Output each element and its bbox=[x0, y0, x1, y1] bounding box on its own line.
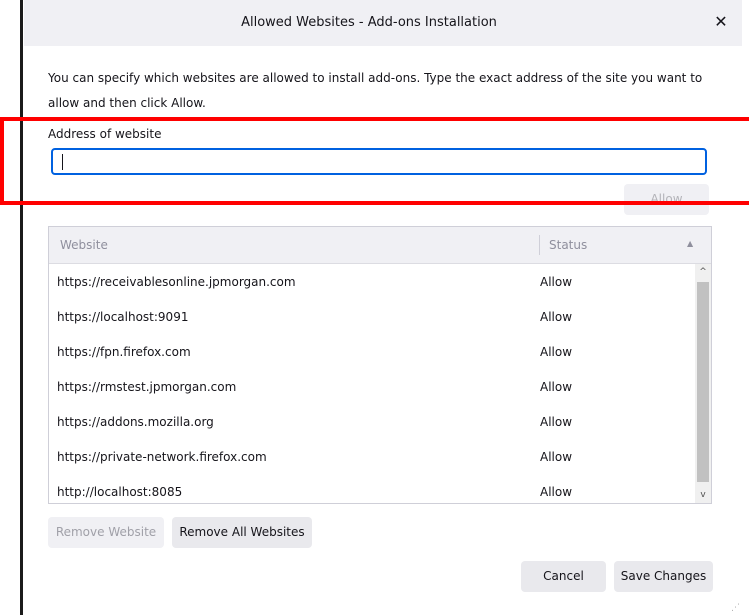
address-label: Address of website bbox=[48, 127, 162, 141]
resize-grip-icon[interactable]: ⋰ bbox=[731, 603, 740, 613]
dialog-title: Allowed Websites - Add-ons Installation bbox=[241, 15, 497, 30]
scrollbar-thumb[interactable] bbox=[697, 282, 709, 482]
table-row[interactable]: https://private-network.firefox.com Allo… bbox=[49, 439, 694, 474]
address-input[interactable] bbox=[51, 148, 707, 175]
table-row[interactable]: https://receivablesonline.jpmorgan.com A… bbox=[49, 264, 694, 299]
table-row[interactable]: https://fpn.firefox.com Allow bbox=[49, 334, 694, 369]
status-cell: Allow bbox=[540, 450, 573, 464]
website-cell: https://addons.mozilla.org bbox=[57, 415, 214, 429]
status-cell: Allow bbox=[540, 380, 573, 394]
website-cell: http://localhost:8085 bbox=[57, 485, 183, 499]
page: Allowed Websites - Add-ons Installation … bbox=[0, 0, 749, 615]
status-cell: Allow bbox=[540, 415, 573, 429]
remove-all-websites-button[interactable]: Remove All Websites bbox=[172, 517, 312, 548]
website-cell: https://localhost:9091 bbox=[57, 310, 189, 324]
website-cell: https://receivablesonline.jpmorgan.com bbox=[57, 275, 296, 289]
column-header-website[interactable]: Website bbox=[60, 238, 108, 252]
scroll-up-icon[interactable]: ^ bbox=[695, 264, 711, 280]
cancel-button[interactable]: Cancel bbox=[521, 561, 606, 592]
table-row[interactable]: https://rmstest.jpmorgan.com Allow bbox=[49, 369, 694, 404]
remove-website-button[interactable]: Remove Website bbox=[48, 517, 164, 548]
table-row[interactable]: https://localhost:9091 Allow bbox=[49, 299, 694, 334]
website-cell: https://fpn.firefox.com bbox=[57, 345, 191, 359]
status-cell: Allow bbox=[540, 485, 573, 499]
close-icon: ✕ bbox=[714, 12, 728, 31]
text-caret bbox=[62, 154, 63, 170]
websites-table: Website Status ▲ https://receivablesonli… bbox=[48, 226, 712, 504]
table-row[interactable]: http://localhost:8085 Allow bbox=[49, 474, 694, 509]
website-cell: https://private-network.firefox.com bbox=[57, 450, 267, 464]
column-header-status[interactable]: Status bbox=[549, 238, 587, 252]
website-cell: https://rmstest.jpmorgan.com bbox=[57, 380, 237, 394]
description-text: You can specify which websites are allow… bbox=[48, 71, 703, 110]
table-scrollbar[interactable]: ^ v bbox=[695, 264, 711, 503]
status-cell: Allow bbox=[540, 310, 573, 324]
scroll-down-icon[interactable]: v bbox=[695, 487, 711, 503]
close-button[interactable]: ✕ bbox=[710, 11, 732, 33]
column-divider[interactable] bbox=[539, 235, 540, 255]
status-cell: Allow bbox=[540, 345, 573, 359]
table-body: https://receivablesonline.jpmorgan.com A… bbox=[49, 264, 694, 509]
table-row[interactable]: https://addons.mozilla.org Allow bbox=[49, 404, 694, 439]
save-changes-button[interactable]: Save Changes bbox=[614, 561, 713, 592]
table-header: Website Status ▲ bbox=[49, 227, 711, 264]
title-bar: Allowed Websites - Add-ons Installation … bbox=[24, 0, 742, 46]
sort-ascending-icon[interactable]: ▲ bbox=[687, 239, 693, 248]
status-cell: Allow bbox=[540, 275, 573, 289]
allowed-websites-dialog: Allowed Websites - Add-ons Installation … bbox=[0, 0, 749, 615]
window-edge bbox=[20, 0, 23, 615]
allow-button[interactable]: Allow bbox=[624, 184, 709, 215]
